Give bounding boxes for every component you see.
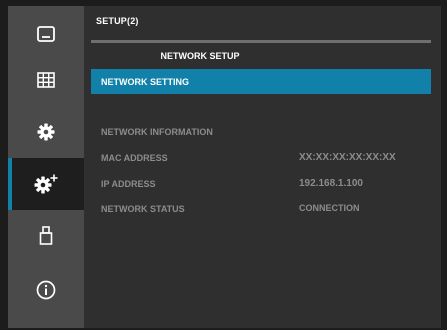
page-title: SETUP(2) bbox=[96, 16, 139, 26]
sidebar bbox=[8, 6, 84, 328]
gear-plus-icon bbox=[34, 174, 58, 194]
section-title: NETWORK SETUP bbox=[160, 51, 240, 61]
network-status-label: NETWORK STATUS bbox=[101, 204, 185, 214]
mac-address-value: XX:XX:XX:XX:XX:XX bbox=[299, 152, 396, 163]
title-divider bbox=[91, 40, 431, 43]
sidebar-item-settings[interactable] bbox=[8, 106, 84, 158]
sidebar-item-info[interactable] bbox=[8, 264, 84, 316]
usb-icon bbox=[39, 226, 53, 245]
gear-icon bbox=[37, 123, 55, 141]
mac-address-label: MAC ADDRESS bbox=[101, 153, 168, 163]
menu-item-network-setting[interactable]: NETWORK SETTING bbox=[91, 69, 431, 94]
info-icon bbox=[36, 280, 56, 300]
sidebar-item-usb[interactable] bbox=[8, 210, 84, 262]
sidebar-item-grid[interactable] bbox=[8, 54, 84, 106]
main-panel: SETUP(2) NETWORK SETUP NETWORK SETTING N… bbox=[84, 6, 441, 328]
network-status-value: CONNECTION bbox=[299, 203, 360, 213]
ip-address-label: IP ADDRESS bbox=[101, 179, 156, 189]
picture-icon bbox=[37, 26, 55, 42]
sidebar-item-picture[interactable] bbox=[8, 8, 84, 60]
sidebar-item-advanced-settings[interactable] bbox=[8, 158, 84, 210]
grid-icon bbox=[37, 72, 55, 88]
menu-item-label: NETWORK SETTING bbox=[101, 77, 189, 87]
network-information-heading: NETWORK INFORMATION bbox=[101, 127, 213, 137]
ip-address-value: 192.168.1.100 bbox=[299, 178, 363, 189]
